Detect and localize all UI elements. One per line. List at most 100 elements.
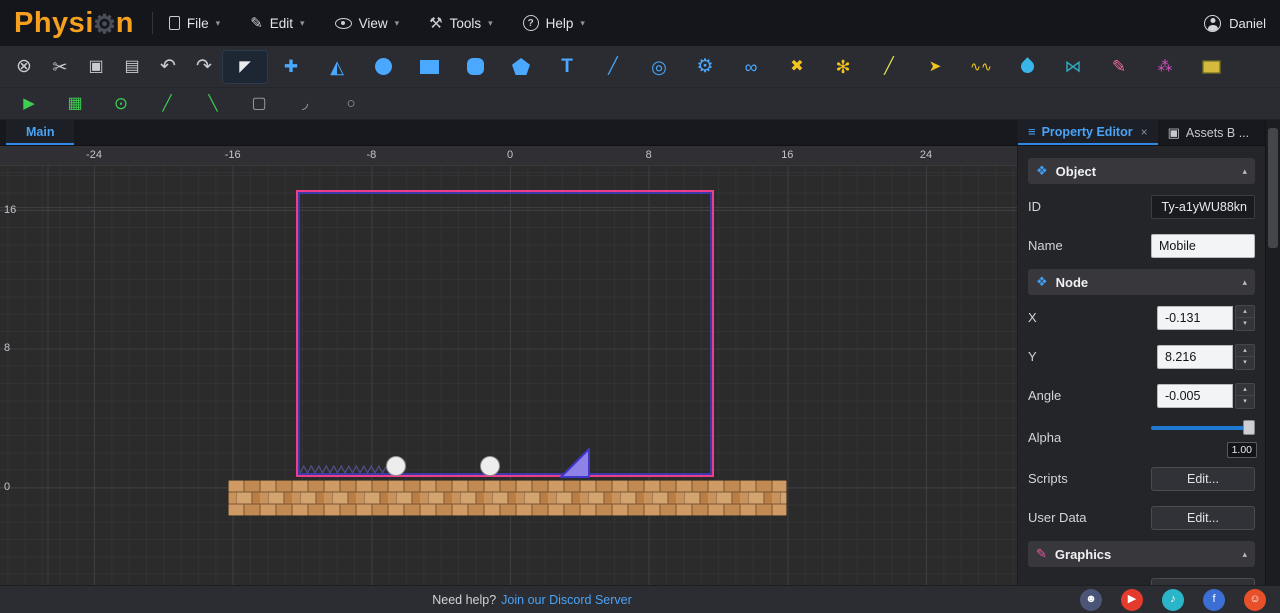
close-icon[interactable]: × <box>1141 125 1148 139</box>
clipped-control <box>1151 578 1255 585</box>
polygon-tool[interactable] <box>498 50 544 84</box>
alpha-slider-handle[interactable] <box>1243 420 1255 435</box>
move-tool[interactable]: ✚ <box>268 50 314 84</box>
spinner-down-icon[interactable]: ▾ <box>1235 317 1255 331</box>
arc-tool[interactable]: ◞ <box>282 91 328 117</box>
scene-canvas[interactable]: -24 -16 -8 0 8 16 24 16 8 0 <box>0 146 1017 585</box>
particles-tool[interactable]: ⁂ <box>1142 50 1188 84</box>
selected-rectangle-object[interactable] <box>296 190 714 477</box>
menu-file[interactable]: File ▾ <box>168 14 220 32</box>
editor-column: Main -24 -16 -8 0 8 16 24 16 8 0 <box>0 120 1017 585</box>
circle-tool[interactable] <box>360 50 406 84</box>
menu-view[interactable]: View ▾ <box>334 14 399 32</box>
collapse-icon[interactable]: ▴ <box>1242 166 1247 177</box>
mirror-tool[interactable]: ◭ <box>314 50 360 84</box>
id-input[interactable] <box>1151 194 1255 219</box>
canvas-grid[interactable]: 16 8 0 <box>0 166 1017 585</box>
pencil-icon: ✎ <box>250 15 263 32</box>
water-tool[interactable] <box>1004 50 1050 84</box>
alpha-value-badge: 1.00 <box>1226 442 1257 458</box>
pulley-icon: ⋈ <box>1064 57 1082 76</box>
spinner-down-icon[interactable]: ▾ <box>1235 356 1255 370</box>
segment-tool[interactable]: ╱ <box>144 91 190 117</box>
tiktok-icon[interactable]: ♪ <box>1162 588 1184 611</box>
tab-main[interactable]: Main <box>6 120 75 145</box>
menu-tools[interactable]: ⚒ Tools ▾ <box>429 14 493 32</box>
scripts-label: Scripts <box>1028 471 1068 486</box>
run-icon: ▶ <box>23 95 35 112</box>
alpha-slider[interactable]: 1.00 <box>1151 415 1257 459</box>
scripts-row: Scripts Edit... <box>1028 459 1255 498</box>
copy-tool[interactable]: ▣ <box>78 50 114 84</box>
center-snap-tool[interactable]: ⊙ <box>98 91 144 117</box>
pulley-tool[interactable]: ⋈ <box>1050 50 1096 84</box>
discord-icon[interactable]: ☻ <box>1080 588 1102 611</box>
discord-server-link[interactable]: Join our Discord Server <box>501 593 632 607</box>
joint-tool[interactable]: ∞ <box>728 50 774 84</box>
y-input[interactable] <box>1157 344 1233 369</box>
reddit-icon[interactable]: ☺ <box>1244 588 1266 611</box>
chevron-down-icon: ▾ <box>488 17 493 28</box>
spring-tool[interactable]: ∿∿ <box>958 50 1004 84</box>
rounded-rect-tool[interactable] <box>452 50 498 84</box>
panel-scrollbar[interactable] <box>1265 120 1280 585</box>
id-row: ID <box>1028 187 1255 226</box>
section-node[interactable]: ❖ Node ▴ <box>1028 269 1255 295</box>
undo-tool[interactable]: ↶ <box>150 50 186 84</box>
spinner-up-icon[interactable]: ▴ <box>1235 343 1255 356</box>
section-object[interactable]: ❖ Object ▴ <box>1028 158 1255 184</box>
ground-platform[interactable] <box>228 480 787 516</box>
tab-property-editor[interactable]: ≡ Property Editor × <box>1018 120 1158 145</box>
grid-snap-icon: ▦ <box>67 94 83 112</box>
help-icon: ? <box>522 15 539 31</box>
collapse-icon[interactable]: ▴ <box>1242 277 1247 288</box>
alpha-label: Alpha <box>1028 429 1062 445</box>
scripts-edit-button[interactable]: Edit... <box>1151 466 1255 491</box>
joint-icon: ∞ <box>744 56 758 77</box>
spinner-up-icon[interactable]: ▴ <box>1235 382 1255 395</box>
scrollbar-thumb[interactable] <box>1268 128 1278 248</box>
polyline-tool[interactable]: ╱ <box>590 50 636 84</box>
status-prefix: Need help? <box>432 592 497 607</box>
spiral-tool[interactable]: ◎ <box>636 50 682 84</box>
menu-edit[interactable]: ✎ Edit ▾ <box>250 14 304 32</box>
select-tool[interactable]: ◤ <box>222 49 268 84</box>
edge-snap-tool[interactable]: ╲ <box>190 91 236 117</box>
redo-tool[interactable]: ↷ <box>186 50 222 84</box>
fixed-joint-tool[interactable]: ✖ <box>774 50 820 84</box>
rectangle-tool[interactable] <box>406 50 452 84</box>
youtube-icon[interactable]: ▶ <box>1121 588 1143 611</box>
grid-snap-tool[interactable]: ▦ <box>52 91 98 117</box>
section-graphics[interactable]: ✎ Graphics ▴ <box>1028 541 1255 567</box>
facebook-icon[interactable]: f <box>1203 588 1225 611</box>
angle-input[interactable] <box>1157 383 1233 408</box>
tab-assets-browser[interactable]: ▣ Assets B ... <box>1158 120 1260 145</box>
ellipse-tool[interactable]: ○ <box>328 91 374 117</box>
userdata-edit-button[interactable]: Edit... <box>1151 505 1255 530</box>
brush-tool[interactable]: ✎ <box>1096 50 1142 84</box>
union-tool[interactable]: ▢ <box>236 91 282 117</box>
screenshot-tool[interactable] <box>1188 50 1234 84</box>
collapse-icon[interactable]: ▴ <box>1242 549 1247 560</box>
y-spinner[interactable]: ▴ ▾ <box>1235 343 1255 370</box>
cut-tool[interactable]: ✂ <box>42 50 78 84</box>
x-spinner[interactable]: ▴ ▾ <box>1235 304 1255 331</box>
line-tool[interactable]: ╱ <box>866 50 912 84</box>
gear-tool[interactable]: ⚙ <box>682 50 728 84</box>
decoration-tool[interactable]: ✻ <box>820 50 866 84</box>
menu-file-label: File <box>186 15 209 31</box>
x-input[interactable] <box>1157 305 1233 330</box>
tracer-tool[interactable]: ➤ <box>912 50 958 84</box>
name-input[interactable] <box>1151 233 1255 258</box>
angle-spinner[interactable]: ▴ ▾ <box>1235 382 1255 409</box>
paste-tool[interactable]: ▤ <box>114 50 150 84</box>
text-tool[interactable]: T <box>544 50 590 84</box>
panel-tab-bar: ≡ Property Editor × ▣ Assets B ... <box>1018 120 1265 146</box>
deselect-tool[interactable]: ⊗ <box>6 50 42 84</box>
redo-icon: ↷ <box>196 56 212 77</box>
user-account[interactable]: Daniel <box>1204 14 1266 32</box>
spinner-up-icon[interactable]: ▴ <box>1235 304 1255 317</box>
menu-help[interactable]: ? Help ▾ <box>522 14 585 32</box>
run-tool[interactable]: ▶ <box>6 91 52 117</box>
spinner-down-icon[interactable]: ▾ <box>1235 395 1255 409</box>
